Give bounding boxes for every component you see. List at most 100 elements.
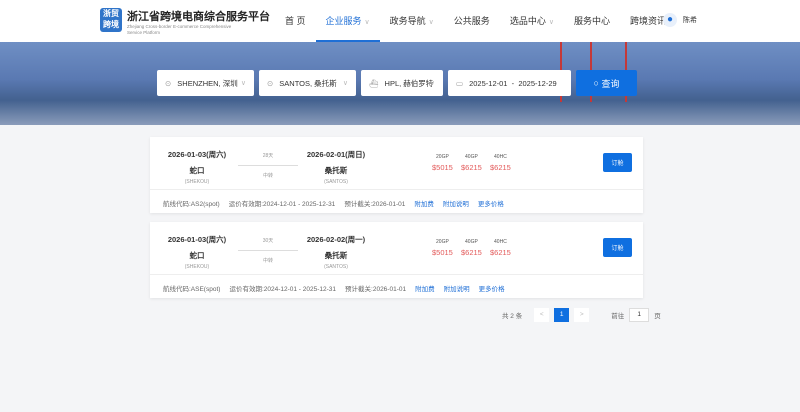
page-1-button[interactable]: 1 — [554, 308, 570, 322]
price-value: $6215 — [490, 248, 511, 257]
destination-select[interactable]: ⊙ SANTOS, 桑托斯 ∨ — [259, 70, 356, 96]
next-page-button[interactable]: > — [574, 308, 590, 322]
date-end: 2025-12-29 — [518, 78, 557, 88]
more-prices-link[interactable]: 更多价格 — [478, 198, 504, 208]
transit-days: 28天 — [262, 153, 274, 159]
location-pin-icon: ⊙ — [267, 78, 274, 88]
notes-link[interactable]: 附加说明 — [443, 198, 469, 208]
price-value: $5015 — [432, 163, 453, 172]
container-type: 20GP — [436, 154, 449, 160]
pagination: 共 2 条 < 1 > 前往 1 页 — [502, 308, 661, 322]
rate-validity: 运价有效期:2024-12-01 - 2025-12-31 — [228, 201, 336, 208]
cutoff-date: 预计截关:2026-01-01 — [345, 286, 407, 293]
user-name: 陈希 — [683, 17, 697, 24]
nav-product-center[interactable]: 选品中心 ∨ — [500, 0, 564, 42]
user-menu[interactable]: ● 陈希 — [663, 13, 697, 27]
brand-subtitle: Zhejiang Cross-border E-commerce Compreh… — [127, 24, 232, 35]
chevron-down-icon: ∨ — [429, 80, 435, 87]
nav-public-services[interactable]: 公共服务 — [444, 0, 500, 42]
price-20gp: 20GP $5015 — [432, 154, 453, 172]
carrier-select[interactable]: ⛴ HPL, 赫伯罗特 ∨ — [361, 70, 443, 96]
origin-port: 蛇口 — [189, 251, 205, 260]
nav-label: 服务中心 — [573, 16, 610, 26]
chevron-down-icon: ∨ — [548, 19, 554, 26]
departure: 2026-01-03(周六) 蛇口 (SHEKOU) — [162, 234, 232, 270]
top-nav-bar: 浙贸 跨境 浙江省跨境电商综合服务平台 Zhejiang Cross-border… — [0, 0, 800, 42]
brand: 浙江省跨境电商综合服务平台 Zhejiang Cross-border E-co… — [127, 8, 270, 36]
surcharge-link[interactable]: 附加费 — [414, 198, 434, 208]
origin-value: SHENZHEN, 深圳 — [177, 78, 238, 88]
goto-page-input[interactable]: 1 — [629, 308, 650, 322]
prev-page-button[interactable]: < — [534, 308, 550, 322]
card-main: 2026-01-03(周六) 蛇口 (SHEKOU) 30天中转 2026-02-0… — [150, 222, 643, 275]
brand-title: 浙江省跨境电商综合服务平台 — [127, 11, 270, 23]
user-avatar-icon: ● — [663, 13, 677, 27]
origin-code: (SHEKOU) — [184, 264, 210, 270]
date-start: 2025-12-01 — [469, 78, 508, 88]
nav-government[interactable]: 政务导航 ∨ — [380, 0, 444, 42]
dest-port: 桑托斯 — [324, 166, 348, 175]
arrival: 2026-02-01(周日) 桑托斯 (SANTOS) — [300, 149, 372, 185]
destination-value: SANTOS, 桑托斯 — [279, 78, 337, 88]
price-value: $6215 — [461, 248, 482, 257]
book-button[interactable]: 订舱 — [603, 238, 632, 257]
origin-port: 蛇口 — [189, 166, 205, 175]
price-40gp: 40GP $6215 — [461, 154, 482, 172]
platform-logo[interactable]: 浙贸 跨境 — [100, 8, 122, 32]
card-details: 航线代码:ASE(spot) 运价有效期:2024-12-01 - 2025-12… — [163, 283, 505, 293]
location-pin-icon: ⊙ — [165, 78, 172, 88]
more-prices-link[interactable]: 更多价格 — [479, 283, 505, 293]
card-main: 2026-01-03(周六) 蛇口 (SHEKOU) 28天中转 2026-02-0… — [150, 137, 643, 190]
origin-select[interactable]: ⊙ SHENZHEN, 深圳 ∨ — [157, 70, 254, 96]
chevron-down-icon: ∨ — [428, 19, 434, 26]
nav-enterprise-services[interactable]: 企业服务 ∨ — [315, 0, 380, 42]
nav-label: 跨境资讯 — [629, 16, 666, 26]
result-card: 2026-01-03(周六) 蛇口 (SHEKOU) 28天中转 2026-02-0… — [150, 137, 643, 213]
arrive-date: 2026-02-02(周一) — [306, 235, 366, 244]
transit-info: 30天中转 — [238, 237, 298, 264]
origin-code: (SHEKOU) — [184, 179, 210, 185]
arrive-date: 2026-02-01(周日) — [306, 150, 366, 159]
transit-days: 30天 — [262, 238, 274, 244]
date-range-picker[interactable]: ▭ 2025-12-01 - 2025-12-29 — [448, 70, 571, 96]
price-40hc: 40HC $6215 — [490, 239, 511, 257]
container-type: 40HC — [494, 239, 507, 245]
surcharge-link[interactable]: 附加费 — [415, 283, 435, 293]
transit-info: 28天中转 — [238, 152, 298, 179]
price-value: $6215 — [490, 163, 511, 172]
nav-label: 选品中心 — [509, 16, 546, 26]
search-icon: ○ — [593, 78, 602, 88]
depart-date: 2026-01-03(周六) — [167, 235, 227, 244]
page-suffix: 页 — [654, 313, 661, 320]
nav-service-center[interactable]: 服务中心 — [564, 0, 620, 42]
transit-type: 中转 — [262, 173, 273, 179]
card-details: 航线代码:AS2(spot) 运价有效期:2024-12-01 - 2025-12… — [163, 198, 504, 208]
rate-validity: 运价有效期:2024-12-01 - 2025-12-31 — [229, 286, 337, 293]
search-button-label: 查询 — [601, 78, 620, 89]
result-card: 2026-01-03(周六) 蛇口 (SHEKOU) 30天中转 2026-02-0… — [150, 222, 643, 298]
price-value: $5015 — [432, 248, 453, 257]
route-code: 航线代码:ASE(spot) — [163, 286, 221, 293]
search-button[interactable]: ○ 查询 — [576, 70, 637, 96]
notes-link[interactable]: 附加说明 — [444, 283, 470, 293]
nav-home[interactable]: 首 页 — [275, 0, 316, 42]
depart-date: 2026-01-03(周六) — [167, 150, 227, 159]
book-button[interactable]: 订舱 — [603, 153, 632, 172]
price-40gp: 40GP $6215 — [461, 239, 482, 257]
ship-icon: ⛴ — [369, 78, 379, 88]
carrier-value: HPL, 赫伯罗特 — [384, 78, 434, 88]
price-40hc: 40HC $6215 — [490, 154, 511, 172]
chevron-down-icon: ∨ — [364, 19, 370, 26]
dest-port: 桑托斯 — [324, 251, 348, 260]
goto-label: 前往 — [611, 313, 625, 320]
dest-code: (SANTOS) — [324, 264, 348, 270]
transit-type: 中转 — [262, 258, 273, 264]
price-value: $6215 — [461, 163, 482, 172]
nav-label: 企业服务 — [325, 16, 362, 26]
container-type: 20GP — [436, 239, 449, 245]
total-count: 共 2 条 — [502, 313, 523, 320]
container-type: 40GP — [465, 154, 478, 160]
main-nav: 首 页 企业服务 ∨ 政务导航 ∨ 公共服务 选品中心 ∨ 服务中心 跨境资讯 — [275, 0, 676, 42]
chevron-down-icon: ∨ — [240, 80, 246, 87]
calendar-icon: ▭ — [456, 78, 464, 88]
